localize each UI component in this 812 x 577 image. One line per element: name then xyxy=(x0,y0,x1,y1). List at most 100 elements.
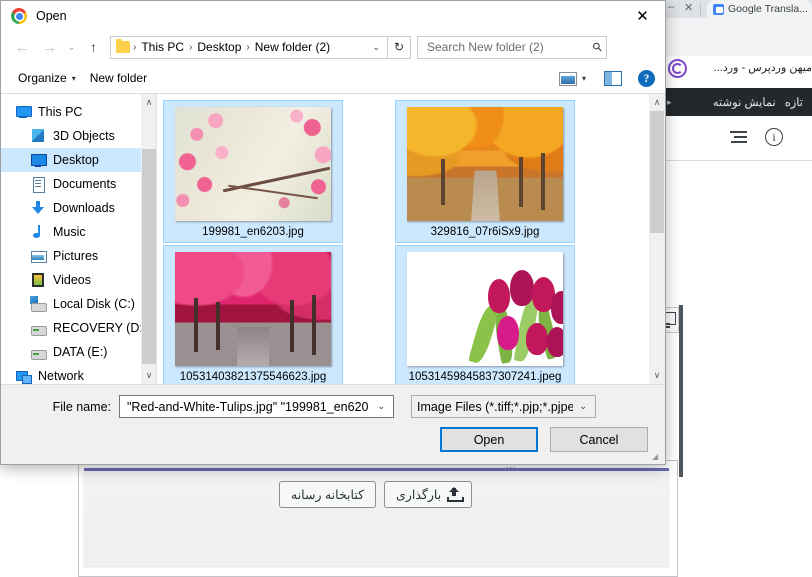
scroll-down-icon[interactable]: ∨ xyxy=(141,367,157,384)
tree-item-label: Desktop xyxy=(53,153,99,167)
wordpress-admin-bar: ▸ تازه نمایش نوشته xyxy=(665,88,812,116)
drive-icon xyxy=(30,344,47,360)
tree-item-label: Music xyxy=(53,225,86,239)
adminbar-item-view-post[interactable]: نمایش نوشته xyxy=(713,95,776,109)
tree-item-label: Documents xyxy=(53,177,117,191)
resize-grip[interactable]: ◢ xyxy=(652,452,662,462)
network-icon xyxy=(15,368,32,384)
tree-item-recovery-d[interactable]: RECOVERY (D:) xyxy=(1,316,141,340)
search-box[interactable]: ⚲ xyxy=(417,35,607,59)
chevron-down-icon[interactable]: ▾ xyxy=(577,70,595,87)
tree-item-data-e[interactable]: DATA (E:) xyxy=(1,340,141,364)
file-name-field[interactable]: ⌄ xyxy=(119,395,394,418)
file-list-scrollbar[interactable]: ∧ ∨ xyxy=(649,94,665,384)
upload-button-label: بارگذاری xyxy=(396,488,442,502)
organize-button[interactable]: Organize ▾ xyxy=(11,67,83,89)
media-library-button[interactable]: کتابخانه رسانه xyxy=(279,481,377,508)
tree-item-label: Local Disk (C:) xyxy=(53,297,135,311)
file-type-filter-value: Image Files (*.tiff;*.pjp;*.pjpeg;* xyxy=(417,399,574,414)
tree-item-local-disk-c[interactable]: Local Disk (C:) xyxy=(1,292,141,316)
breadcrumb-item-desktop[interactable]: Desktop xyxy=(195,40,243,54)
tree-item-label: DATA (E:) xyxy=(53,345,108,359)
collapse-arrow-icon[interactable]: ▸ xyxy=(667,97,672,108)
wordpress-site-icon xyxy=(668,59,687,78)
file-row: 199981_en6203.jpg 329816_07r6iSx9.jpg xyxy=(163,100,649,243)
help-icon[interactable]: ? xyxy=(638,70,655,87)
scroll-down-icon[interactable]: ∨ xyxy=(649,367,665,384)
forward-button[interactable]: → xyxy=(36,35,63,59)
scroll-up-icon[interactable]: ∧ xyxy=(649,94,665,111)
file-thumbnail xyxy=(175,252,331,366)
tree-item-documents[interactable]: Documents xyxy=(1,172,141,196)
search-input[interactable] xyxy=(425,39,594,55)
tree-item-pictures[interactable]: Pictures xyxy=(1,244,141,268)
window-close-button[interactable]: ✕ xyxy=(684,1,693,14)
info-icon[interactable]: i xyxy=(765,128,783,146)
open-file-dialog: Open ✕ ← → ⌄ ↑ › This PC › Desktop › New… xyxy=(0,0,666,465)
scrollbar-thumb[interactable] xyxy=(650,111,664,233)
upload-button[interactable]: بارگذاری xyxy=(384,481,473,508)
tree-item-desktop[interactable]: Desktop xyxy=(1,148,141,172)
file-name-input[interactable] xyxy=(125,398,372,415)
close-icon[interactable]: ✕ xyxy=(620,1,665,31)
tree-item-3d-objects[interactable]: 3D Objects xyxy=(1,124,141,148)
videos-icon xyxy=(30,272,46,288)
tree-scrollbar[interactable]: ∧ ∨ xyxy=(141,94,157,384)
dialog-button-row: Open Cancel xyxy=(13,427,653,452)
tree-item-this-pc[interactable]: This PC xyxy=(1,100,141,124)
recent-locations-button[interactable]: ⌄ xyxy=(63,35,80,59)
tree-item-label: Pictures xyxy=(53,249,99,263)
breadcrumb-item-this-pc[interactable]: This PC xyxy=(139,40,186,54)
tree-item-label: Videos xyxy=(53,273,91,287)
tree-item-videos[interactable]: Videos xyxy=(1,268,141,292)
file-item[interactable]: 10531459845837307241.jpeg xyxy=(395,245,575,384)
navigation-tree: This PC 3D Objects Desktop Documents Dow… xyxy=(1,94,141,384)
command-bar: Organize ▾ New folder ▾ ? xyxy=(1,63,665,94)
list-view-icon[interactable] xyxy=(730,130,747,144)
adminbar-item-new[interactable]: تازه xyxy=(785,95,803,109)
breadcrumb-item-new-folder[interactable]: New folder (2) xyxy=(253,40,332,54)
chevron-down-icon[interactable]: ⌄ xyxy=(371,401,391,412)
editor-icon-row: i xyxy=(730,128,812,146)
file-name-label: 10531459845837307241.jpeg xyxy=(408,371,562,383)
this-pc-icon xyxy=(15,104,32,120)
view-options-icon[interactable] xyxy=(558,71,577,86)
file-item[interactable]: 199981_en6203.jpg xyxy=(163,100,343,243)
tree-item-label: RECOVERY (D:) xyxy=(53,321,141,335)
up-button[interactable]: ↑ xyxy=(80,35,107,59)
file-name-label: File name: xyxy=(52,399,111,414)
cancel-button[interactable]: Cancel xyxy=(550,427,648,452)
preview-pane-icon[interactable] xyxy=(604,71,622,86)
folder-icon xyxy=(116,39,130,53)
refresh-icon[interactable]: ↻ xyxy=(388,35,411,59)
tree-item-label: This PC xyxy=(38,105,83,119)
chevron-down-icon[interactable]: ⌄ xyxy=(367,42,385,53)
file-item[interactable]: 329816_07r6iSx9.jpg xyxy=(395,100,575,243)
browser-tab[interactable]: Google Transla... xyxy=(707,0,812,18)
tree-item-downloads[interactable]: Downloads xyxy=(1,196,141,220)
music-icon xyxy=(30,224,46,240)
file-type-filter[interactable]: Image Files (*.tiff;*.pjp;*.pjpeg;* ⌄ xyxy=(411,395,596,418)
chevron-down-icon[interactable]: ⌄ xyxy=(573,401,593,412)
window-minimize-button[interactable]: – xyxy=(668,1,674,13)
file-item[interactable]: 10531403821375546623.jpg xyxy=(163,245,343,384)
scrollbar-thumb[interactable] xyxy=(142,149,156,364)
dialog-footer: File name: ⌄ Image Files (*.tiff;*.pjp;*… xyxy=(1,384,665,464)
site-title: میهن وردپرس - ورد... xyxy=(713,62,812,74)
new-folder-button[interactable]: New folder xyxy=(83,67,154,89)
tree-item-music[interactable]: Music xyxy=(1,220,141,244)
editor-divider xyxy=(665,160,812,161)
tree-item-network[interactable]: Network xyxy=(1,364,141,384)
upload-icon xyxy=(447,487,465,502)
scroll-up-icon[interactable]: ∧ xyxy=(141,94,157,111)
file-name-label: 329816_07r6iSx9.jpg xyxy=(430,226,540,238)
chrome-icon xyxy=(11,8,27,24)
back-button[interactable]: ← xyxy=(9,35,36,59)
navigation-bar: ← → ⌄ ↑ › This PC › Desktop › New folder… xyxy=(1,31,665,63)
tree-item-label: Downloads xyxy=(53,201,115,215)
dialog-title-bar: Open ✕ xyxy=(1,1,665,31)
breadcrumb-separator: › xyxy=(133,41,137,53)
breadcrumb[interactable]: › This PC › Desktop › New folder (2) ⌄ xyxy=(110,35,388,59)
tree-item-label: Network xyxy=(38,369,84,383)
open-button[interactable]: Open xyxy=(440,427,538,452)
